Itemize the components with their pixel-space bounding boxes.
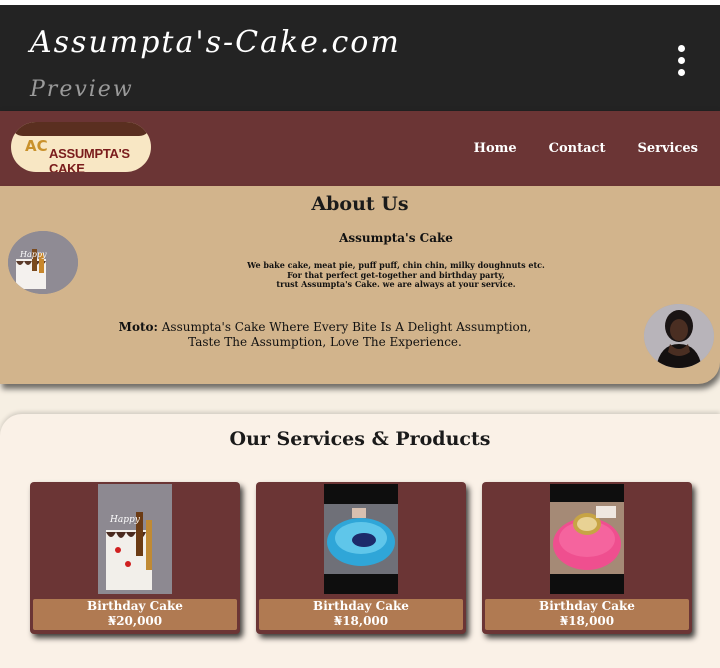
about-heading: About Us bbox=[311, 193, 409, 215]
cake-avatar: Happy bbox=[8, 231, 78, 294]
app-bar: Assumpta's-Cake.com Preview bbox=[0, 0, 720, 111]
product-name: Birthday Cake bbox=[313, 599, 409, 613]
product-image: Happy bbox=[98, 484, 172, 594]
more-options-icon[interactable] bbox=[677, 45, 687, 79]
product-price: ₦18,000 bbox=[333, 614, 389, 628]
nav-link-services[interactable]: Services bbox=[637, 141, 698, 156]
nav-link-home[interactable]: Home bbox=[474, 141, 517, 156]
motto-text: Assumpta's Cake Where Every Bite Is A De… bbox=[161, 320, 532, 349]
product-card[interactable]: Birthday Cake ₦18,000 bbox=[482, 482, 692, 634]
about-description: We bake cake, meat pie, puff puff, chin … bbox=[247, 260, 545, 289]
nav-links: Home Contact Services bbox=[474, 141, 698, 156]
about-motto: Moto: Assumpta's Cake Where Every Bite I… bbox=[110, 320, 540, 350]
motto-label: Moto: bbox=[118, 320, 158, 334]
about-section: About Us Happy Assumpta's Cake We bake c… bbox=[0, 186, 720, 384]
app-title: Assumpta's-Cake.com bbox=[30, 25, 401, 60]
svg-text:Happy: Happy bbox=[19, 250, 47, 259]
product-name: Birthday Cake bbox=[87, 599, 183, 613]
product-price: ₦20,000 bbox=[107, 614, 163, 628]
product-image bbox=[324, 484, 398, 594]
product-caption: Birthday Cake ₦20,000 bbox=[33, 599, 237, 630]
services-heading: Our Services & Products bbox=[229, 428, 491, 450]
site-navbar: AC ASSUMPTA'S CAKE Home Contact Services bbox=[0, 111, 720, 186]
product-price: ₦18,000 bbox=[559, 614, 615, 628]
product-caption: Birthday Cake ₦18,000 bbox=[259, 599, 463, 630]
product-image bbox=[550, 484, 624, 594]
product-caption: Birthday Cake ₦18,000 bbox=[485, 599, 689, 630]
about-business-name: Assumpta's Cake bbox=[339, 231, 453, 245]
nav-link-contact[interactable]: Contact bbox=[549, 141, 606, 156]
product-card[interactable]: Happy Birthday Cake ₦20,000 bbox=[30, 482, 240, 634]
product-name: Birthday Cake bbox=[539, 599, 635, 613]
services-section: Our Services & Products Happy Birthday C… bbox=[0, 414, 720, 668]
app-subtitle: Preview bbox=[30, 77, 134, 102]
svg-text:Happy: Happy bbox=[109, 515, 141, 525]
logo-text: ASSUMPTA'S CAKE bbox=[49, 146, 130, 172]
owner-avatar bbox=[644, 304, 714, 368]
product-card[interactable]: Birthday Cake ₦18,000 bbox=[256, 482, 466, 634]
logo-mark: AC bbox=[25, 137, 48, 155]
site-logo[interactable]: AC ASSUMPTA'S CAKE bbox=[11, 122, 151, 172]
